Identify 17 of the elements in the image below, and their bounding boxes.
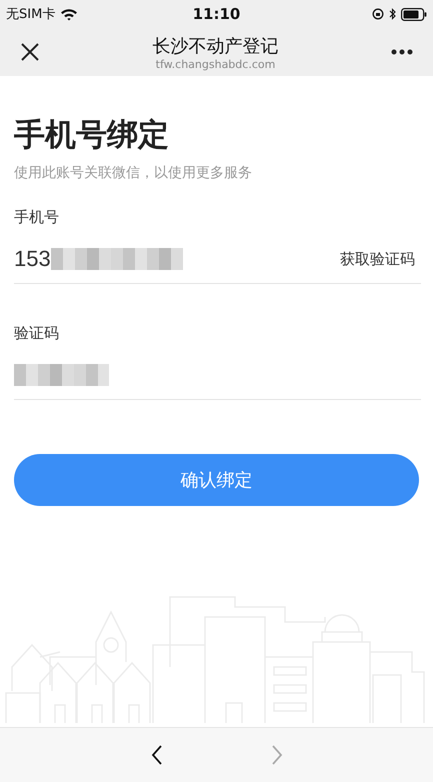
input-field[interactable]: 153 获取验证码 <box>14 235 421 284</box>
back-icon[interactable] <box>150 744 162 766</box>
field-label: 手机号 <box>14 208 60 227</box>
get-code-button[interactable]: 获取验证码 <box>334 250 421 268</box>
field-label: 验证码 <box>14 324 60 343</box>
carrier-text: 无SIM卡 <box>6 6 56 23</box>
bluetooth-icon <box>389 8 396 20</box>
wifi-icon <box>60 8 78 20</box>
close-icon[interactable] <box>20 42 40 62</box>
site-address: tfw.changshabdc.com <box>156 58 276 70</box>
rotation-lock-icon <box>372 8 384 20</box>
more-icon[interactable] <box>391 49 413 55</box>
page-title: 长沙不动产登记 <box>152 34 278 58</box>
description-text: 使用此账号关联微信，以使用更多服务 <box>14 164 253 182</box>
clock-text: 11:10 <box>192 5 240 23</box>
page-heading: 手机号绑定 <box>14 116 170 155</box>
battery-icon <box>401 8 427 20</box>
